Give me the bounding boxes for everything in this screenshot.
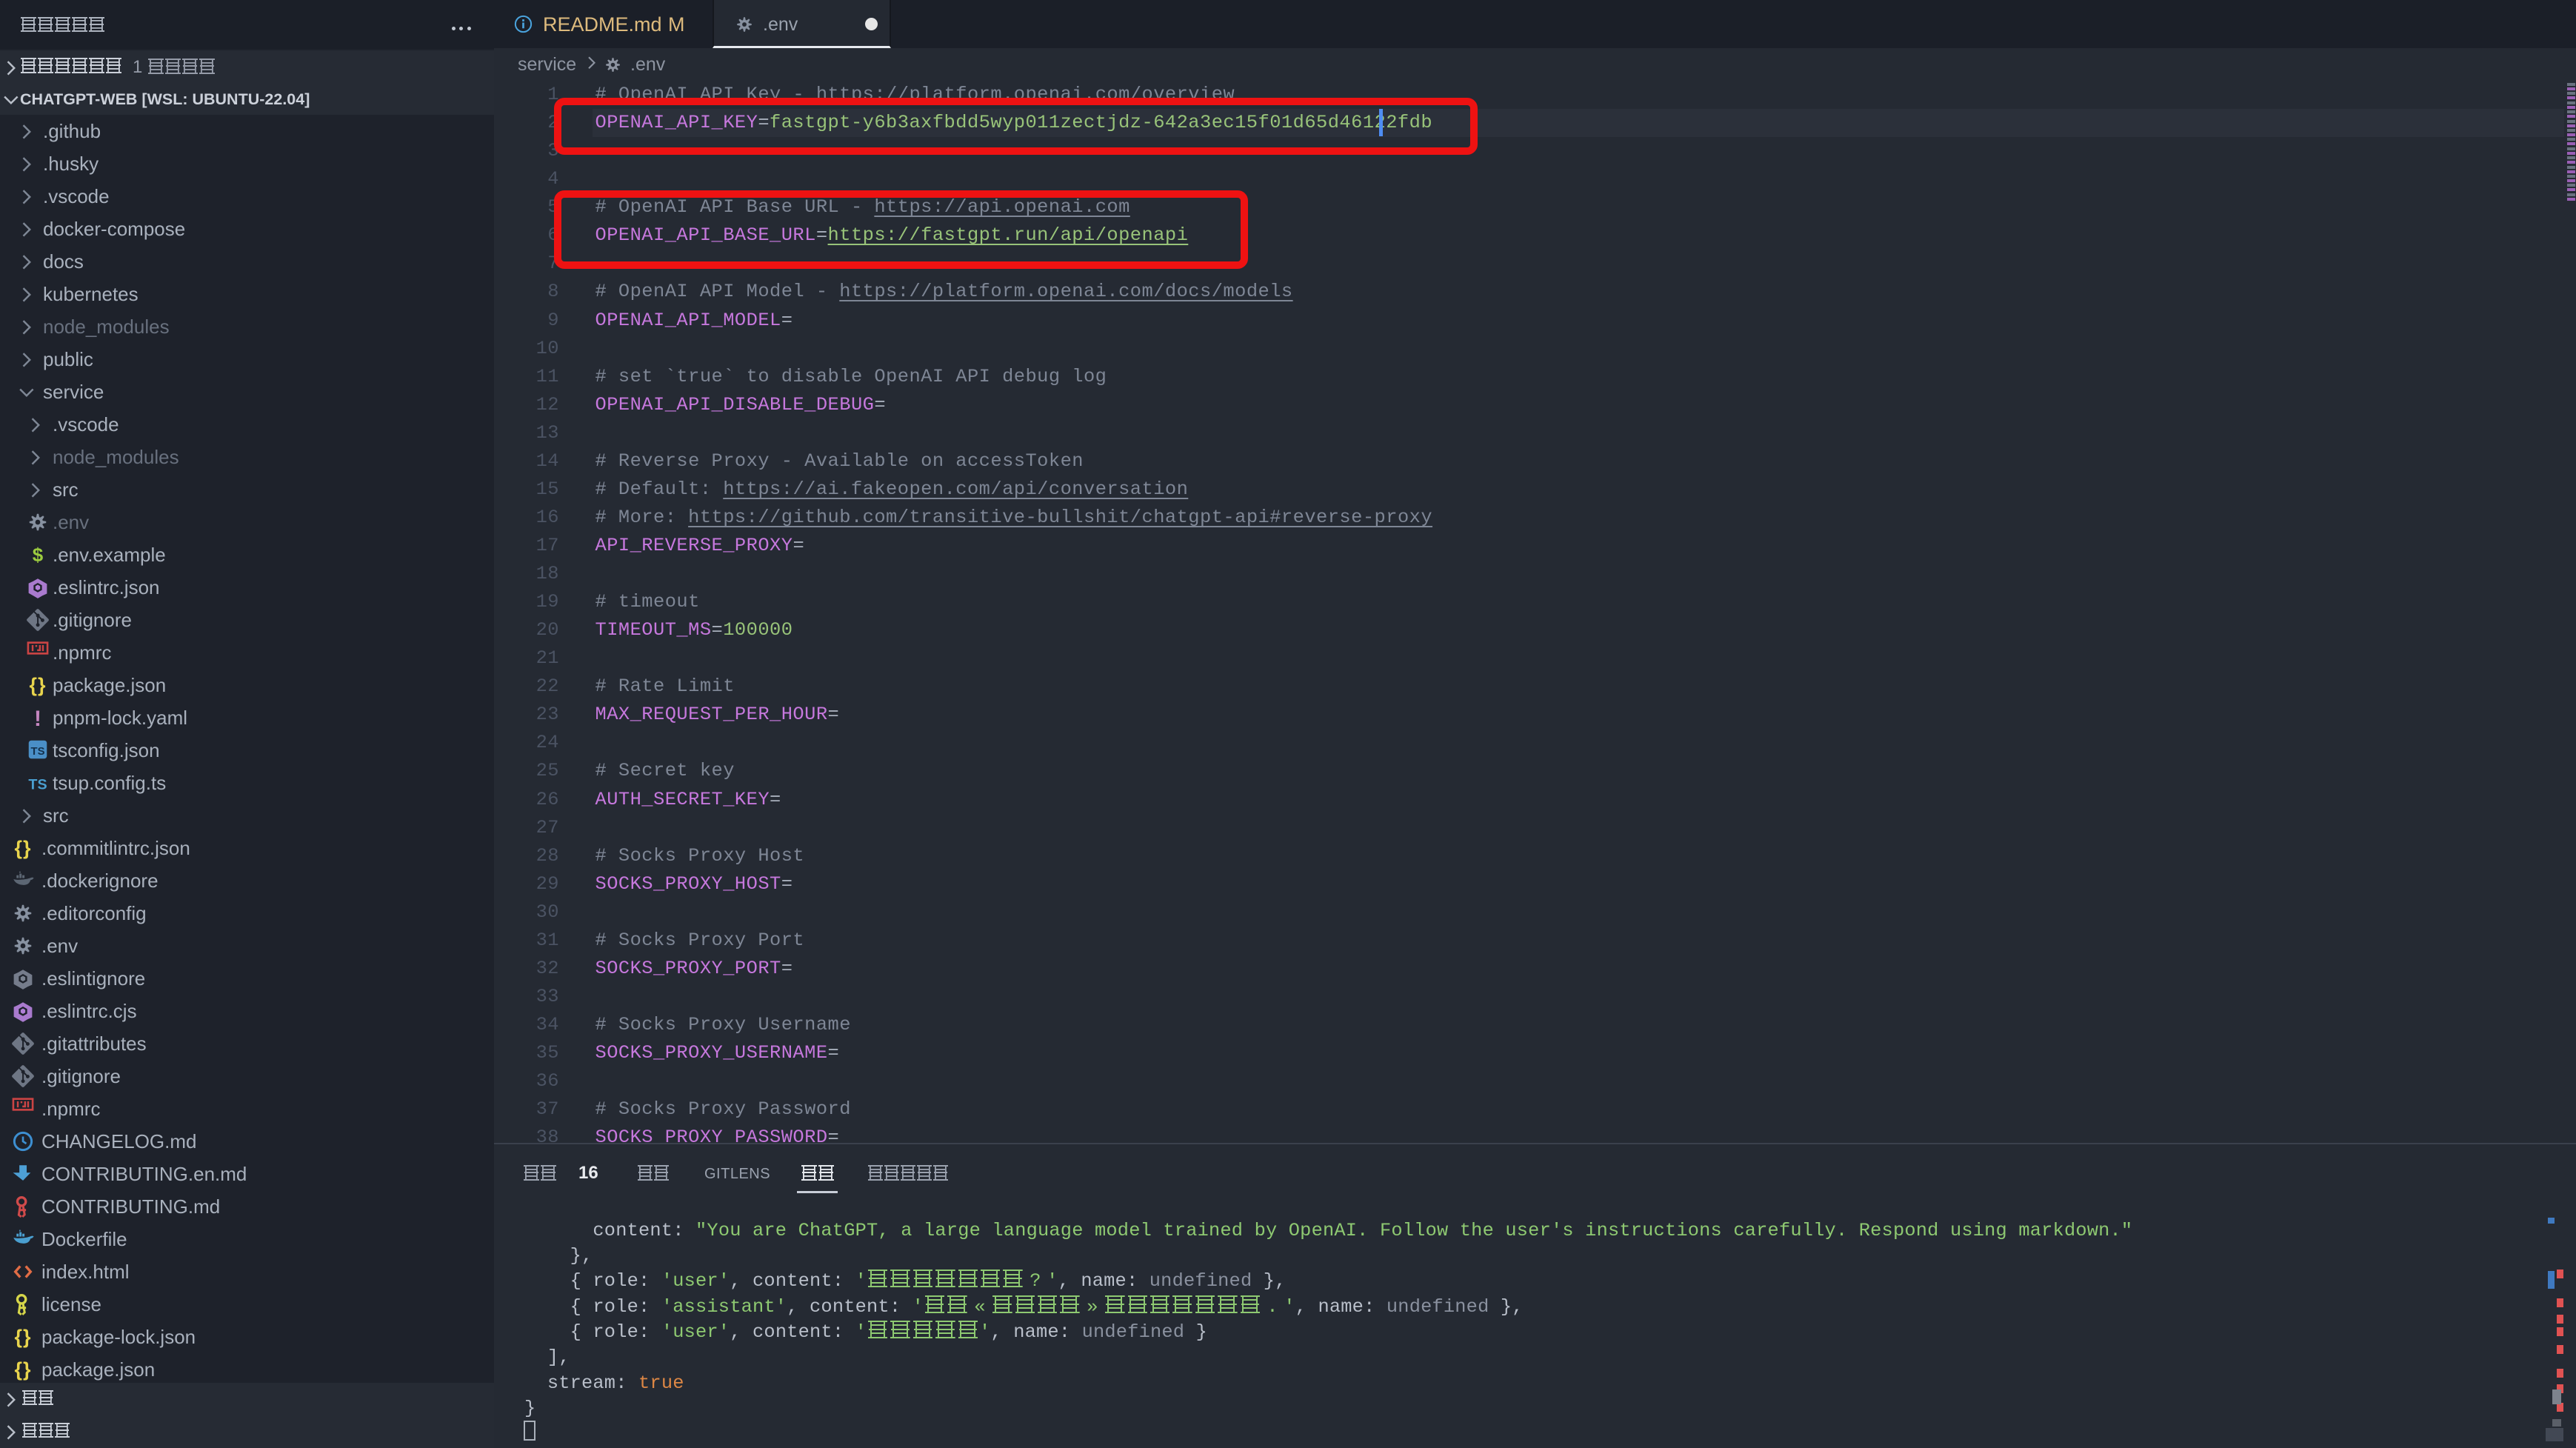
svg-text:TS: TS bbox=[28, 776, 47, 793]
svg-text:TS: TS bbox=[31, 746, 45, 758]
